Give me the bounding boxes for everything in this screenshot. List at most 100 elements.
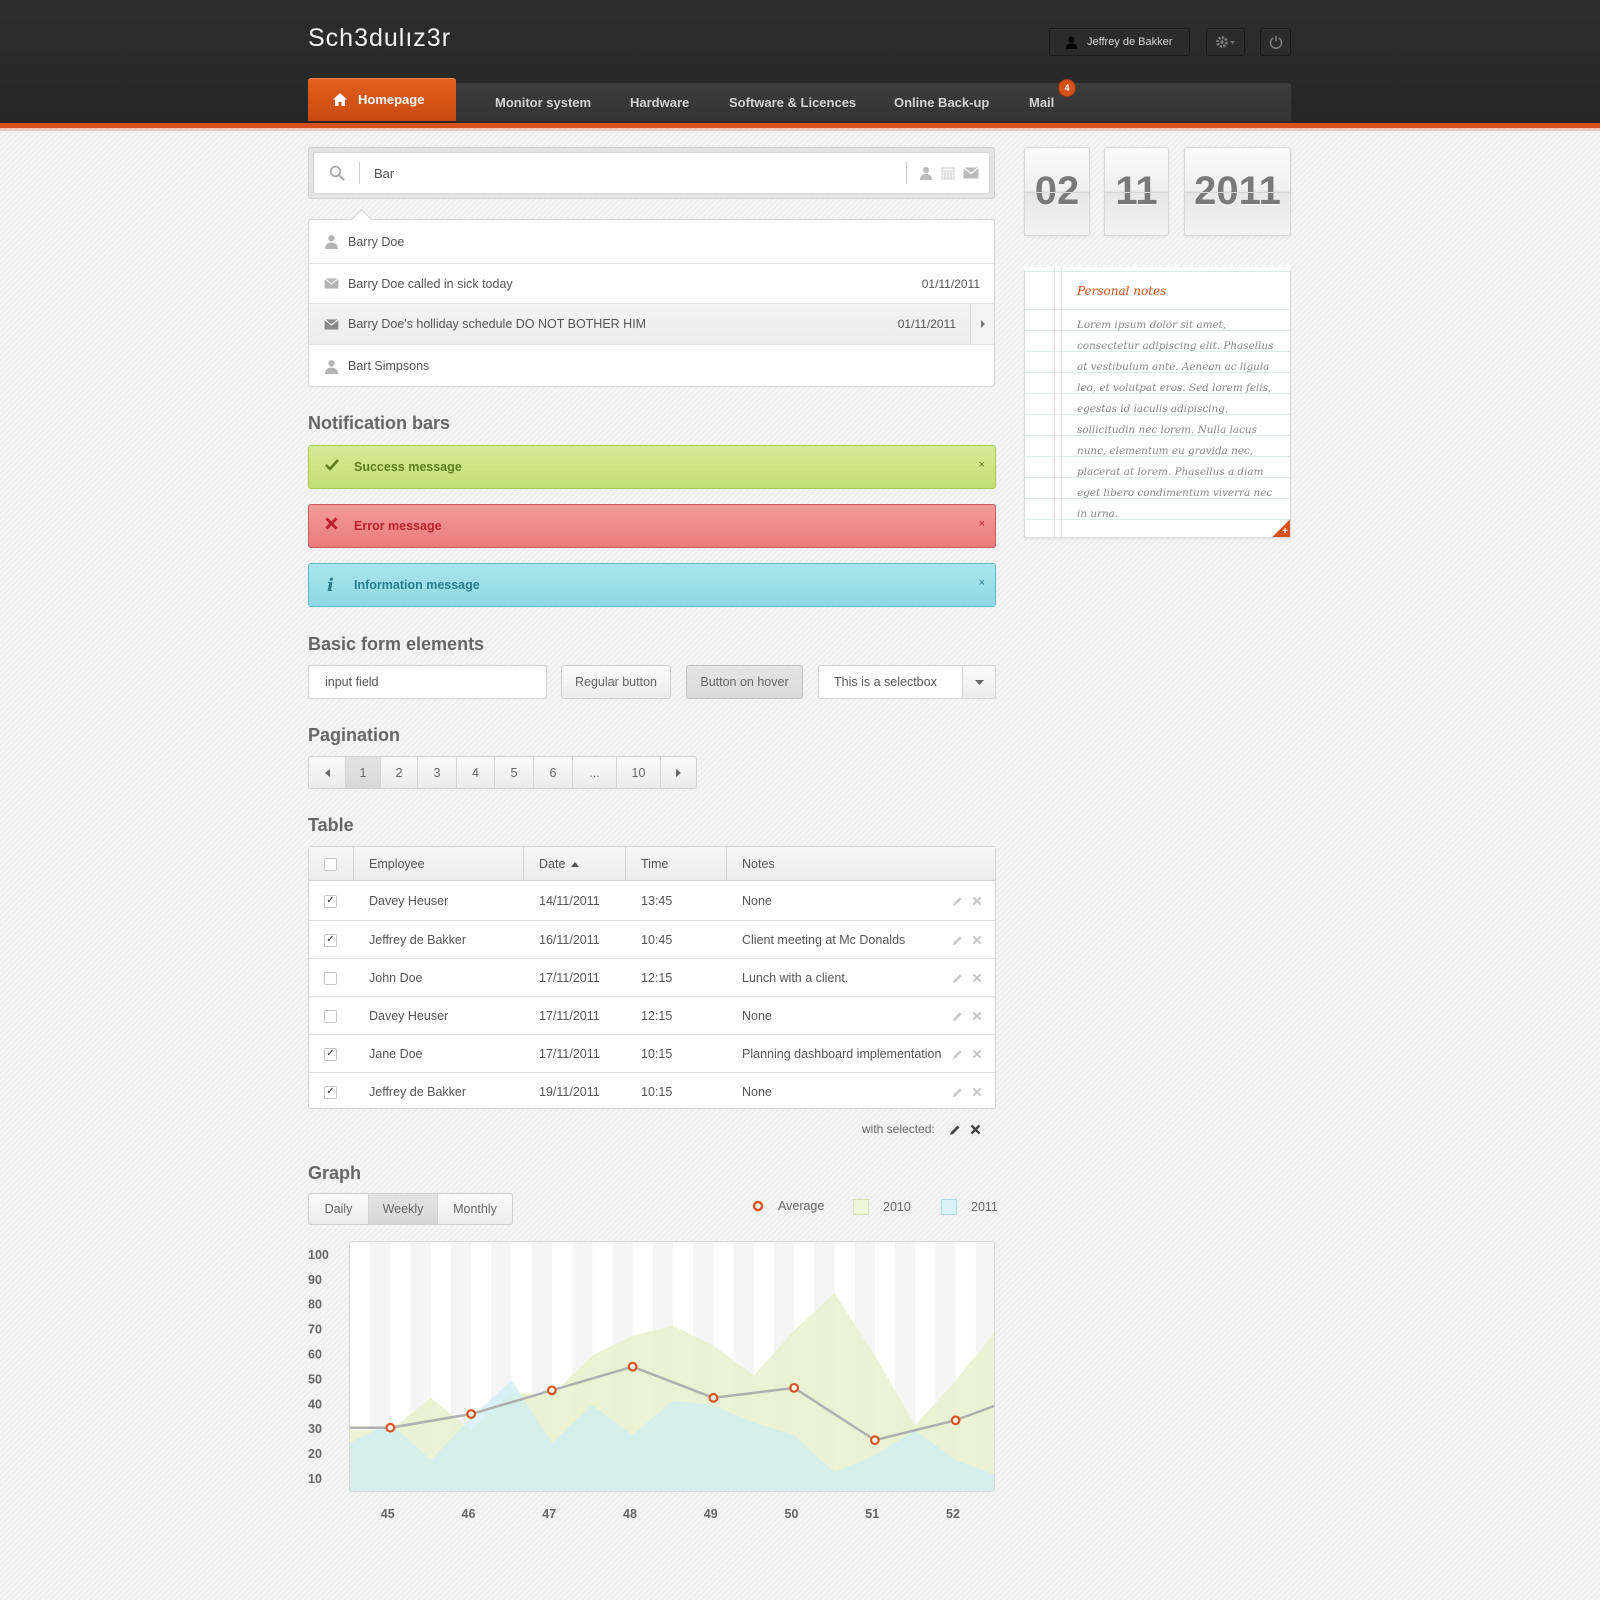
page-10[interactable]: 10	[617, 757, 661, 788]
x-tick-label: 50	[785, 1507, 799, 1521]
row-checkbox[interactable]: ✓	[324, 1085, 337, 1099]
data-table: Employee Date Time Notes ✓ Davey Heuser 14…	[308, 846, 996, 1109]
mail-icon	[324, 318, 339, 330]
tab-monthly[interactable]: Monthly	[438, 1194, 512, 1224]
logout-button[interactable]	[1260, 28, 1291, 56]
page-2[interactable]: 2	[381, 757, 418, 788]
column-date[interactable]: Date	[523, 847, 625, 881]
delete-row-icon[interactable]	[972, 959, 982, 997]
nav-software-licences[interactable]: Software & Licences	[729, 83, 856, 121]
date-day-card: 02	[1024, 147, 1090, 236]
table-row[interactable]: ✓ Jeffrey de Bakker 16/11/2011 10:45 Client …	[309, 920, 995, 958]
user-menu-button[interactable]: Jeffrey de Bakker	[1049, 28, 1190, 56]
page-3[interactable]: 3	[418, 757, 457, 788]
settings-button[interactable]	[1206, 28, 1245, 56]
selectbox[interactable]: This is a selectbox	[818, 665, 996, 699]
select-all-cell	[309, 847, 353, 881]
nav-online-backup[interactable]: Online Back-up	[894, 83, 989, 121]
search-result-item[interactable]: Barry Doe	[309, 220, 994, 263]
page-5[interactable]: 5	[495, 757, 534, 788]
nav-hardware[interactable]: Hardware	[630, 83, 689, 121]
search-result-item[interactable]: Barry Doe called in sick today 01/11/201…	[309, 263, 994, 303]
bulk-edit-icon[interactable]	[949, 1124, 961, 1136]
close-icon[interactable]: ×	[979, 459, 985, 471]
close-icon[interactable]: ×	[979, 518, 985, 530]
hover-button[interactable]: Button on hover	[686, 665, 803, 699]
edit-row-icon[interactable]	[952, 959, 963, 997]
delete-row-icon[interactable]	[972, 1073, 982, 1111]
table-row[interactable]: Davey Heuser 17/11/2011 12:15 None	[309, 996, 995, 1034]
bulk-delete-icon[interactable]	[970, 1124, 981, 1135]
edit-row-icon[interactable]	[952, 1035, 963, 1073]
table-row[interactable]: ✓ Jeffrey de Bakker 19/11/2011 10:15 None	[309, 1072, 995, 1110]
app-logo[interactable]: Sch3dulız3r	[308, 24, 451, 53]
chevron-right-icon	[676, 768, 681, 777]
column-notes[interactable]: Notes	[726, 847, 995, 881]
filter-mail-icon[interactable]	[963, 167, 979, 179]
chevron-left-icon	[324, 768, 330, 777]
page-4[interactable]: 4	[457, 757, 495, 788]
legend-2010-label: 2010	[883, 1200, 911, 1214]
select-value: This is a selectbox	[834, 675, 937, 689]
row-checkbox[interactable]	[324, 1009, 337, 1023]
edit-row-icon[interactable]	[952, 921, 963, 959]
tab-weekly[interactable]: Weekly	[369, 1194, 438, 1224]
filter-calendar-icon[interactable]	[941, 166, 955, 180]
select-caret[interactable]	[962, 666, 995, 698]
cell-date: 17/11/2011	[539, 971, 600, 985]
search-input[interactable]	[360, 165, 906, 181]
cell-time: 10:45	[641, 933, 673, 947]
delete-row-icon[interactable]	[972, 921, 982, 959]
edit-row-icon[interactable]	[952, 1073, 963, 1111]
error-x-icon	[325, 517, 354, 535]
nav-homepage[interactable]: Homepage	[308, 78, 456, 121]
prev-page-button[interactable]	[309, 757, 346, 788]
main-nav: Homepage Monitor system Hardware Softwar…	[308, 78, 1291, 121]
filter-people-icon[interactable]	[919, 166, 933, 180]
delete-row-icon[interactable]	[972, 997, 982, 1035]
table-header: Employee Date Time Notes	[309, 847, 995, 881]
user-name: Jeffrey de Bakker	[1087, 36, 1173, 48]
text-input[interactable]	[308, 665, 547, 699]
search-result-item[interactable]: Bart Simpsons	[309, 344, 994, 387]
result-text: Barry Doe called in sick today	[348, 276, 513, 291]
result-open-button[interactable]	[970, 304, 994, 344]
delete-row-icon[interactable]	[972, 1035, 982, 1073]
row-checkbox[interactable]: ✓	[324, 933, 337, 947]
tab-daily[interactable]: Daily	[309, 1194, 369, 1224]
chevron-down-icon	[974, 679, 984, 685]
column-time[interactable]: Time	[625, 847, 726, 881]
cell-notes: None	[742, 1009, 772, 1023]
cell-notes: Lunch with a client.	[742, 971, 849, 985]
row-checkbox[interactable]: ✓	[324, 894, 337, 908]
nav-mail[interactable]: Mail	[1029, 83, 1054, 121]
row-checkbox[interactable]	[324, 971, 337, 985]
search-result-item-highlighted[interactable]: Barry Doe's holliday schedule DO NOT BOT…	[309, 303, 994, 344]
next-page-button[interactable]	[661, 757, 696, 788]
regular-button[interactable]: Regular button	[561, 665, 671, 699]
select-all-checkbox[interactable]	[324, 857, 337, 871]
page-1[interactable]: 1	[346, 757, 381, 788]
search-icon	[329, 165, 345, 181]
row-checkbox[interactable]: ✓	[324, 1047, 337, 1061]
edit-row-icon[interactable]	[952, 997, 963, 1035]
notes-body[interactable]: Lorem ipsum dolor sit amet, consectetur …	[1077, 315, 1277, 525]
average-point	[869, 1435, 880, 1446]
close-icon[interactable]: ×	[979, 577, 985, 589]
table-row[interactable]: ✓ Davey Heuser 14/11/2011 13:45 None	[309, 882, 995, 920]
x-tick-label: 47	[542, 1507, 556, 1521]
edit-row-icon[interactable]	[952, 882, 963, 920]
add-note-button[interactable]: +	[1272, 519, 1290, 537]
page-6[interactable]: 6	[534, 757, 573, 788]
legend-2011: 2011	[941, 1199, 998, 1215]
nav-monitor-system[interactable]: Monitor system	[495, 83, 591, 121]
table-row[interactable]: ✓ Jane Doe 17/11/2011 10:15 Planning dashboa…	[309, 1034, 995, 1072]
table-row[interactable]: John Doe 17/11/2011 12:15 Lunch with a clie…	[309, 958, 995, 996]
user-icon	[325, 235, 338, 249]
cell-notes: None	[742, 1085, 772, 1099]
x-tick-label: 51	[865, 1507, 879, 1521]
y-tick-label: 80	[308, 1298, 322, 1312]
row-checkbox-cell: ✓	[324, 921, 337, 959]
delete-row-icon[interactable]	[972, 882, 982, 920]
column-employee[interactable]: Employee	[353, 847, 523, 881]
